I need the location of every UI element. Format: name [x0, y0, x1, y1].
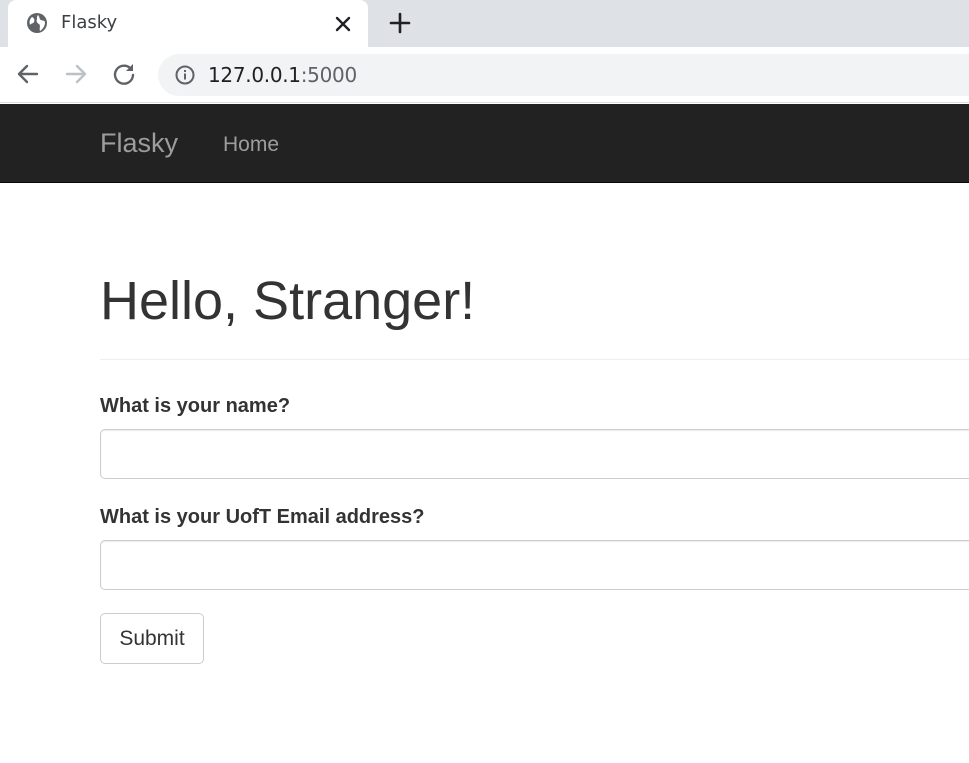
email-label: What is your UofT Email address?	[100, 506, 425, 528]
submit-button[interactable]: Submit	[100, 613, 204, 664]
arrow-left-icon[interactable]	[14, 60, 42, 88]
browser-tab-flasky[interactable]: Flasky	[8, 0, 368, 47]
browser-tab-strip: Flasky	[0, 0, 969, 47]
url-host: 127.0.0.1	[208, 63, 301, 87]
globe-icon	[26, 12, 48, 34]
info-icon[interactable]	[174, 64, 196, 86]
tab-title: Flasky	[61, 12, 118, 33]
close-icon[interactable]	[331, 12, 355, 36]
header-divider	[100, 359, 969, 360]
site-navbar: Flasky Home	[0, 104, 969, 183]
navbar-brand[interactable]: Flasky	[100, 128, 178, 158]
name-input[interactable]	[100, 429, 969, 479]
address-bar[interactable]: 127.0.0.1:5000	[158, 54, 969, 96]
url-port: :5000	[300, 63, 357, 87]
name-label: What is your name?	[100, 395, 291, 417]
page-title: Hello, Stranger!	[100, 271, 476, 331]
email-input[interactable]	[100, 540, 969, 590]
arrow-right-icon[interactable]	[62, 60, 90, 88]
plus-icon[interactable]	[386, 9, 414, 37]
nav-link-home[interactable]: Home	[223, 133, 279, 157]
reload-icon[interactable]	[110, 60, 138, 88]
url-text[interactable]: 127.0.0.1:5000	[208, 64, 357, 86]
browser-toolbar: 127.0.0.1:5000	[0, 47, 969, 103]
